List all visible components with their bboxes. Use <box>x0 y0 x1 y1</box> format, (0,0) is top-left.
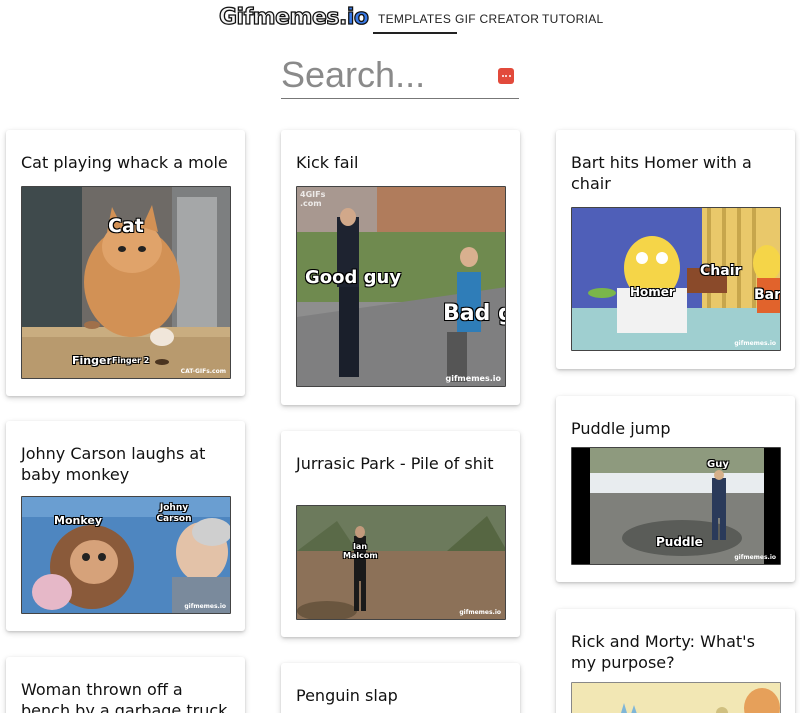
template-card-puddle-jump[interactable]: Puddle jump Guy Puddle gifmemes.io <box>556 396 795 582</box>
card-title: Rick and Morty: What's my purpose? <box>571 632 755 672</box>
corner-watermark: 4GIFs .com <box>300 190 326 208</box>
caption-guy: Guy <box>707 459 729 470</box>
template-card-cat-whack-a-mole[interactable]: Cat playing whack a mole Cat Finger Fing… <box>6 130 245 396</box>
tab-tutorial[interactable]: TUTORIAL <box>542 12 604 26</box>
caption-finger-2: Finger 2 <box>112 356 150 365</box>
bart-homer-gif-image <box>572 208 780 350</box>
tab-templates[interactable]: TEMPLATES <box>372 12 458 34</box>
site-logo[interactable]: Gifmemes.io <box>218 4 369 32</box>
template-card-penguin-slap[interactable]: Penguin slap <box>281 663 520 713</box>
watermark: gifmemes.io <box>445 374 501 383</box>
logo-accent-text: io <box>346 4 369 30</box>
top-bar: Gifmemes.io TEMPLATES GIF CREATOR TUTORI… <box>0 0 800 40</box>
logo-text: Gifmemes. <box>218 4 348 30</box>
tab-gif-creator[interactable]: GIF CREATOR <box>455 12 539 26</box>
card-title: Jurrasic Park - Pile of shit <box>296 454 494 473</box>
search-bar <box>281 52 519 99</box>
caption-finger: Finger <box>72 354 112 367</box>
caption-cat: Cat <box>108 215 144 237</box>
caption-monkey: Monkey <box>54 514 102 527</box>
caption-bart: Bar <box>754 287 781 303</box>
card-title: Bart hits Homer with a chair <box>571 153 752 193</box>
watermark: gifmemes.io <box>734 554 776 561</box>
search-options-icon[interactable] <box>498 68 514 84</box>
watermark: gifmemes.io <box>459 609 501 616</box>
template-card-woman-bench[interactable]: Woman thrown off a bench by a garbage tr… <box>6 657 245 713</box>
rick-morty-gif-image <box>572 683 780 713</box>
gif-thumbnail[interactable]: Ian Malcom gifmemes.io <box>296 505 506 620</box>
template-card-jurassic-park[interactable]: Jurrasic Park - Pile of shit Ian Malcom … <box>281 431 520 637</box>
template-card-johny-carson[interactable]: Johny Carson laughs at baby monkey Monke… <box>6 421 245 631</box>
watermark: CAT-GIFs.com <box>180 368 226 375</box>
caption-ian-malcom: Ian Malcom <box>343 542 378 560</box>
template-card-rick-and-morty[interactable]: Rick and Morty: What's my purpose? <box>556 609 795 713</box>
watermark: gifmemes.io <box>734 340 776 347</box>
template-card-bart-hits-homer[interactable]: Bart hits Homer with a chair Chair Homer… <box>556 130 795 369</box>
gif-thumbnail[interactable]: Guy Puddle gifmemes.io <box>571 447 781 565</box>
jurassic-park-gif-image <box>297 506 505 619</box>
card-title: Cat playing whack a mole <box>21 153 228 172</box>
gif-thumbnail[interactable]: Cat Finger Finger 2 CAT-GIFs.com <box>21 186 231 379</box>
caption-good-guy: Good guy <box>305 267 402 288</box>
caption-bad-guy: Bad gu <box>443 301 505 326</box>
gif-thumbnail[interactable]: Chair Homer Bar gifmemes.io <box>571 207 781 351</box>
template-card-kick-fail[interactable]: Kick fail 4GIFs .com Good guy Bad gu gif… <box>281 130 520 405</box>
gif-thumbnail[interactable]: 4GIFs .com Good guy Bad gu gifmemes.io <box>296 186 506 387</box>
card-title: Woman thrown off a bench by a garbage tr… <box>21 680 228 713</box>
card-title: Johny Carson laughs at baby monkey <box>21 444 206 484</box>
search-input[interactable] <box>281 52 491 98</box>
caption-johny-carson: Johny Carson <box>156 503 192 524</box>
gif-thumbnail[interactable] <box>571 682 781 713</box>
caption-puddle: Puddle <box>656 535 703 549</box>
card-title: Kick fail <box>296 153 359 172</box>
caption-chair: Chair <box>700 263 742 279</box>
caption-homer: Homer <box>630 285 675 299</box>
watermark: gifmemes.io <box>184 603 226 610</box>
card-title: Puddle jump <box>571 419 671 438</box>
card-title: Penguin slap <box>296 686 398 705</box>
gif-thumbnail[interactable]: Monkey Johny Carson gifmemes.io <box>21 496 231 614</box>
